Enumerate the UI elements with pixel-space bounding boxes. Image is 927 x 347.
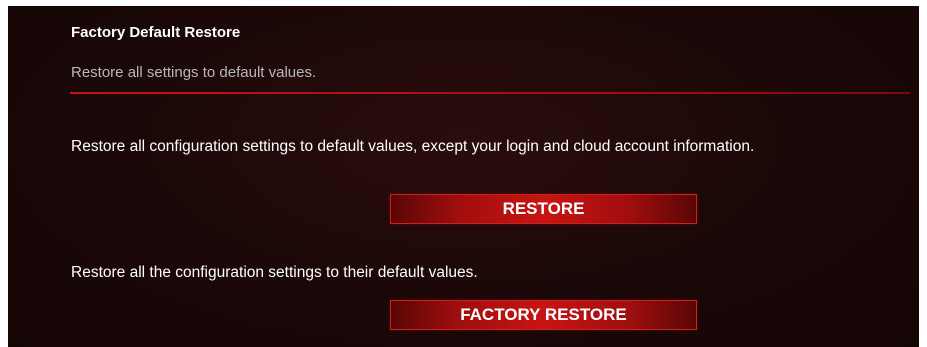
section-description: Restore all settings to default values. [71,64,317,81]
page-frame: Factory Default Restore Restore all sett… [0,0,927,347]
restore-button[interactable]: RESTORE [390,194,697,224]
factory-restore-description: Restore all the configuration settings t… [71,264,478,281]
section-title: Factory Default Restore [71,24,241,41]
factory-default-restore-panel: Factory Default Restore Restore all sett… [8,6,919,347]
factory-restore-button[interactable]: FACTORY RESTORE [390,300,697,330]
restore-description: Restore all configuration settings to de… [71,138,755,155]
section-divider [70,92,910,94]
